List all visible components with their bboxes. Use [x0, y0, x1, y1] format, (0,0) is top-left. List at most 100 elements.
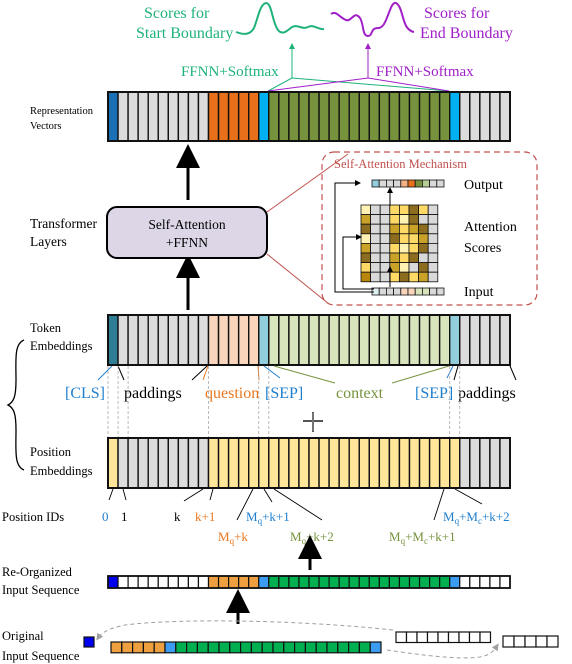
cell-ctx — [338, 437, 350, 489]
cell-ctx — [318, 91, 330, 142]
cell-ctx — [318, 437, 330, 489]
cell-ctx — [408, 437, 421, 489]
mechanism-title: Self-Attention Mechanism — [334, 157, 467, 171]
cell-pad — [479, 437, 491, 489]
cls-label: [CLS] — [65, 385, 105, 402]
cell-ctx — [288, 91, 300, 142]
input-vector-cell — [378, 287, 387, 296]
cell-ctx — [348, 437, 360, 489]
cell-ctx — [268, 314, 280, 366]
attention-score-cell — [418, 271, 429, 283]
original-label-2: Input Sequence — [2, 649, 80, 663]
attention-score-cell — [379, 271, 391, 283]
cell-pad — [147, 91, 159, 142]
attention-score-cell — [408, 252, 420, 264]
cell-ctx — [308, 437, 320, 489]
position-id-connectors — [108, 488, 483, 521]
cell-q — [207, 437, 220, 489]
cell-ctx — [428, 91, 441, 142]
cell-ctx — [378, 437, 391, 489]
transformer-label-1: Transformer — [30, 216, 97, 231]
cell-pad — [157, 575, 169, 589]
attention-score-cell — [398, 271, 410, 283]
move-paddings-curve-back — [386, 643, 499, 659]
input-vector-cell — [421, 287, 430, 296]
question-label: question — [205, 385, 259, 402]
cell-pad — [469, 437, 481, 489]
original-question-cell — [110, 641, 123, 654]
cell-pad — [197, 314, 210, 366]
cell-ctx — [408, 91, 421, 142]
cell-pad — [459, 575, 471, 589]
attention-score-cell — [389, 271, 400, 283]
cell-ctx — [388, 575, 401, 589]
output-vector-cell — [400, 179, 409, 188]
cell-pad — [127, 314, 139, 366]
cell-ctx — [378, 575, 391, 589]
position-id-mq-k-2: Mq+k+2 — [290, 529, 334, 546]
cell-pad — [147, 314, 159, 366]
original-context-cell — [250, 641, 263, 654]
position-id-mq-k-1: Mq+k+1 — [246, 509, 290, 526]
cell-ctx — [338, 91, 350, 142]
original-padding-cell — [535, 635, 548, 648]
cell-pad — [127, 437, 139, 489]
original-padding-cell — [513, 635, 526, 648]
cell-q — [217, 575, 230, 589]
cell-ctx — [278, 575, 290, 589]
attention-score-cell — [389, 262, 400, 273]
cell-ctx — [298, 437, 310, 489]
cell-pad — [469, 91, 481, 142]
cell-pad — [499, 314, 511, 366]
cell-pad — [489, 314, 501, 366]
cell-pad — [499, 575, 511, 589]
original-context-cell — [348, 641, 361, 654]
attention-score-cell — [408, 204, 420, 216]
position-id-mq-mc-k-1: Mq+Mc+k+1 — [389, 529, 456, 546]
cell-pad — [459, 314, 471, 366]
attention-score-cell — [389, 233, 400, 244]
attention-score-cell — [398, 204, 410, 216]
move-paddings-curve-front — [96, 620, 394, 641]
end-scores-label-line2: End Boundary — [420, 25, 513, 42]
attention-score-cell — [370, 252, 381, 264]
attention-score-cell — [427, 233, 439, 244]
attention-score-cell — [389, 252, 400, 264]
cell-pad — [157, 314, 170, 366]
cell-q — [247, 437, 260, 489]
cell-ctx — [388, 437, 401, 489]
position-id-0: 0 — [102, 509, 109, 524]
attention-score-cell — [398, 262, 410, 273]
attention-score-cell — [408, 242, 420, 254]
transformer-label-2: Layers — [30, 234, 67, 249]
output-vector-cell — [414, 179, 423, 188]
token-label-2: Embeddings — [30, 339, 93, 353]
attention-score-cell — [360, 233, 372, 244]
original-context-cell — [207, 641, 220, 654]
sep1-label: [SEP] — [265, 385, 303, 402]
attention-score-cell — [398, 214, 410, 225]
original-context-cell — [358, 641, 371, 654]
zoom-line-bottom — [266, 253, 330, 305]
embedding-brace — [6, 339, 25, 471]
attention-score-cell — [370, 262, 381, 273]
original-padding-cell — [426, 631, 439, 644]
cell-pad — [489, 91, 501, 142]
mechanism-output-vector — [371, 179, 445, 188]
token-embeddings-bar — [107, 314, 511, 366]
cell-q — [217, 437, 230, 489]
input-vector-cell — [429, 287, 438, 296]
cell-q — [238, 575, 250, 589]
cell-ctx — [298, 575, 310, 589]
cell-sep — [258, 437, 270, 489]
output-vector-cell — [429, 179, 438, 188]
mechanism-output-label: Output — [464, 178, 503, 193]
position-ids: 0 1 k k+1 Mq+k Mq+k+1 Mq+k+2 Mq+Mc+k+1 M… — [102, 509, 510, 546]
original-context-cell — [261, 641, 274, 654]
cell-ctx — [328, 575, 340, 589]
output-vector-cell — [436, 179, 445, 188]
cell-cls — [107, 91, 119, 142]
cell-pad — [137, 575, 149, 589]
position-label-1: Position — [30, 445, 72, 459]
cell-ctx — [318, 575, 330, 589]
